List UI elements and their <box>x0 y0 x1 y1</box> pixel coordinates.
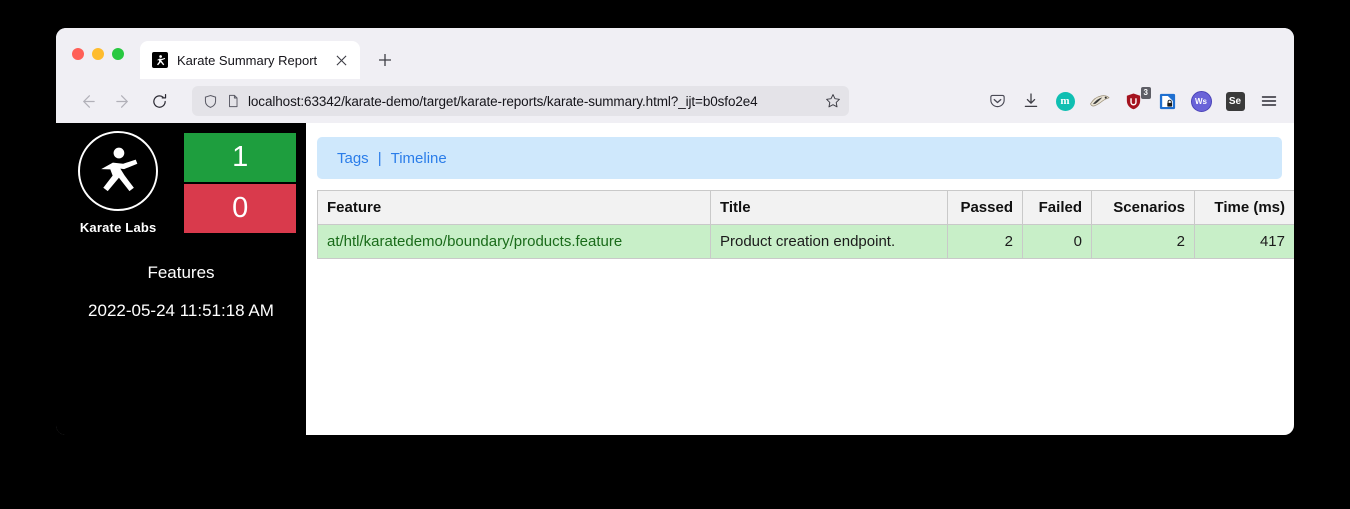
counts-block: 1 0 <box>184 133 296 233</box>
forward-button[interactable] <box>108 86 138 116</box>
extension-m-label: m <box>1055 91 1075 111</box>
extension-ws-icon[interactable]: Ws <box>1190 90 1212 112</box>
karate-labs-logo: Karate Labs <box>66 131 170 235</box>
header-time[interactable]: Time (ms) <box>1194 190 1294 225</box>
extension-selenium-icon[interactable]: Se <box>1224 90 1246 112</box>
table-row: at/htl/karatedemo/boundary/products.feat… <box>317 224 1294 259</box>
karate-figure-icon <box>101 147 138 192</box>
header-title[interactable]: Title <box>710 190 948 225</box>
tab-strip: Karate Summary Report <box>56 28 1294 79</box>
nav-separator: | <box>377 149 382 167</box>
reload-button[interactable] <box>144 86 174 116</box>
summary-table: Feature Title Passed Failed Scenarios Ti… <box>317 190 1294 259</box>
url-text: localhost:63342/karate-demo/target/karat… <box>248 93 758 109</box>
summary-table-body: at/htl/karatedemo/boundary/products.feat… <box>317 224 1294 259</box>
header-failed[interactable]: Failed <box>1022 190 1092 225</box>
page-icon[interactable] <box>226 94 240 108</box>
report-content: Tags | Timeline Feature Title Passed Fai… <box>306 123 1294 435</box>
url-bar[interactable]: localhost:63342/karate-demo/target/karat… <box>192 86 849 116</box>
summary-table-head: Feature Title Passed Failed Scenarios Ti… <box>317 190 1294 225</box>
window-maximize-button[interactable] <box>112 47 124 60</box>
shield-icon[interactable] <box>203 94 218 109</box>
logo-circle <box>78 131 159 211</box>
cell-feature: at/htl/karatedemo/boundary/products.feat… <box>317 224 711 259</box>
features-label: Features <box>147 263 215 282</box>
extension-selenium-label: Se <box>1225 91 1245 111</box>
tab-title: Karate Summary Report <box>177 52 318 68</box>
header-passed[interactable]: Passed <box>947 190 1023 225</box>
karate-figure-icon <box>152 52 168 68</box>
new-tab-button[interactable] <box>370 45 400 75</box>
report-sidebar: Karate Labs 1 0 Features 2022-05-24 11:5… <box>56 123 306 435</box>
cell-title: Product creation endpoint. <box>710 224 948 259</box>
browser-toolbar: localhost:63342/karate-demo/target/karat… <box>56 79 1294 123</box>
window-close-button[interactable] <box>72 47 84 60</box>
cell-scenarios: 2 <box>1091 224 1195 259</box>
tab-karate-summary-report[interactable]: Karate Summary Report <box>140 41 360 79</box>
feature-link[interactable]: at/htl/karatedemo/boundary/products.feat… <box>327 233 622 250</box>
tags-link[interactable]: Tags <box>337 150 369 167</box>
back-button[interactable] <box>72 86 102 116</box>
extension-fox-icon[interactable] <box>1088 90 1110 112</box>
sidebar-summary: Karate Labs 1 0 <box>56 131 306 235</box>
header-scenarios[interactable]: Scenarios <box>1091 190 1195 225</box>
extensions-toolbar: m 3 Ws Se <box>986 87 1280 112</box>
extension-ws-label: Ws <box>1190 90 1212 112</box>
extension-shield-badge: 3 <box>1140 87 1151 99</box>
logo-caption: Karate Labs <box>79 220 157 235</box>
table-header-row: Feature Title Passed Failed Scenarios Ti… <box>317 190 1294 225</box>
downloads-icon[interactable] <box>1020 90 1042 112</box>
cell-failed: 0 <box>1022 224 1092 259</box>
star-icon[interactable] <box>825 93 841 109</box>
pocket-icon[interactable] <box>986 90 1008 112</box>
window-traffic-lights <box>68 28 134 79</box>
page-viewport: Karate Labs 1 0 Features 2022-05-24 11:5… <box>56 123 1294 435</box>
browser-window: Karate Summary Report localhost:63342/ka… <box>56 28 1294 435</box>
failed-count: 0 <box>184 184 296 233</box>
close-icon[interactable] <box>332 51 350 69</box>
report-nav-banner: Tags | Timeline <box>317 137 1282 179</box>
passed-count: 1 <box>184 133 296 182</box>
header-feature[interactable]: Feature <box>317 190 711 225</box>
cell-passed: 2 <box>947 224 1023 259</box>
extension-shield-icon[interactable]: 3 <box>1122 87 1151 112</box>
cell-time: 417 <box>1194 224 1294 259</box>
timeline-link[interactable]: Timeline <box>391 150 447 167</box>
extension-lock-icon[interactable] <box>1156 90 1178 112</box>
menu-icon[interactable] <box>1258 90 1280 112</box>
extension-m-icon[interactable]: m <box>1054 90 1076 112</box>
report-timestamp: 2022-05-24 11:51:18 AM <box>88 301 274 320</box>
window-minimize-button[interactable] <box>92 47 104 60</box>
